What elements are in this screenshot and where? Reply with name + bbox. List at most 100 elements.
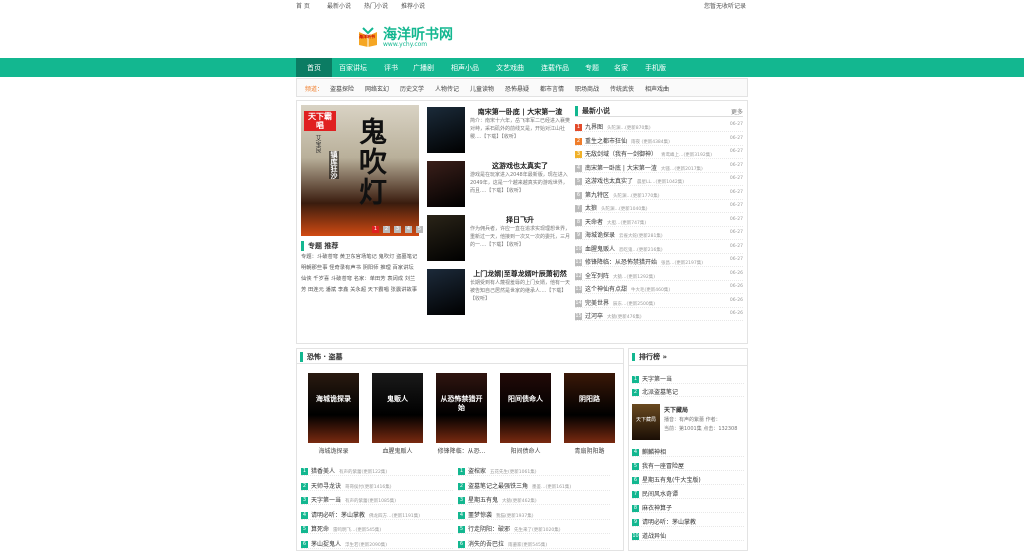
horror-list-item[interactable]: 2 天师寻龙诀 哥哥侯付(更新1416集): [301, 478, 453, 491]
rank-item[interactable]: 8 麻衣神算子: [632, 500, 744, 513]
horror-list-item[interactable]: 4 噩梦惊袭 我猫(更新1937集): [458, 507, 610, 520]
book-title[interactable]: 上门龙婿|至尊龙婿叶辰萧初然: [470, 269, 570, 279]
horror-cover-name[interactable]: 阳间债命人: [496, 446, 555, 455]
channel-item[interactable]: 网络玄幻: [365, 84, 389, 93]
horror-list-item[interactable]: 2 盗墓笔记之最强铁三角 墨鉴…(更新161集): [458, 478, 610, 491]
latest-item[interactable]: 14 完美世界 辰东…(更新2500集) 06-26: [575, 295, 743, 308]
carousel-page[interactable]: 3: [394, 226, 401, 233]
latest-item[interactable]: 11 修锋降临：从恐怖禁猎开始 张昌…(更新2197集) 06-27: [575, 254, 743, 267]
horror-item-title[interactable]: 算死命: [311, 526, 329, 533]
latest-item[interactable]: 3 无敌剑域（我有一剑御神） 青鸾峰上…(更新3192集) 06-27: [575, 146, 743, 159]
horror-cover-name[interactable]: 血腥鬼贩人: [368, 446, 427, 455]
horror-item-title[interactable]: 盗棺家: [468, 468, 486, 475]
latest-item-title[interactable]: 过河卒: [585, 313, 603, 320]
rank-item[interactable]: 7 民间风水奇谭: [632, 486, 744, 499]
latest-more-link[interactable]: 更多: [731, 107, 743, 116]
horror-item-title[interactable]: 茅山捉鬼人: [311, 541, 341, 548]
rank-item-title[interactable]: 天字第一当: [642, 376, 672, 383]
latest-item-title[interactable]: 血腥鬼贩人: [585, 246, 615, 253]
channel-item[interactable]: 都市言情: [540, 84, 564, 93]
listen-history[interactable]: 您暂无收听记录: [704, 1, 746, 10]
horror-list-item[interactable]: 5 行走阴阳：破邪 先生来了(更新1020集): [458, 521, 610, 534]
book-title[interactable]: 南宋第一卧底 | 大宋第一渣: [470, 107, 570, 117]
rank-item[interactable]: 4 麒麟神相: [632, 444, 744, 457]
latest-item[interactable]: 9 海城诡探录 云雀大蛇(更新281集) 06-27: [575, 227, 743, 240]
horror-cover[interactable]: 从恐怖禁猎开始: [436, 373, 487, 443]
nav-mobile[interactable]: 手机版: [645, 63, 666, 73]
carousel-page[interactable]: 5: [416, 226, 423, 233]
latest-item[interactable]: 12 全军列阵 大猿…(更新1292集) 06-26: [575, 268, 743, 281]
horror-cover[interactable]: 鬼贩人: [372, 373, 423, 443]
horror-cover[interactable]: 阳间债命人: [500, 373, 551, 443]
horror-cover[interactable]: 阴阳路: [564, 373, 615, 443]
horror-list-item[interactable]: 4 请明必听：茅山掌教 佛龙四方…(更新1191集): [301, 507, 453, 520]
nav-topics[interactable]: 专题: [585, 63, 599, 73]
featured-cover[interactable]: 天下霸唱 艾宝良 鬼吹灯 镇库狂沙: [301, 105, 419, 236]
nav-pingshu[interactable]: 评书: [384, 63, 398, 73]
channel-item[interactable]: 儿童读物: [470, 84, 494, 93]
rank-item[interactable]: 2 北派盗墓笔记: [632, 384, 744, 397]
rank-item[interactable]: 1 天字第一当: [632, 371, 744, 384]
horror-cover-name[interactable]: 海城诡探录: [304, 446, 363, 455]
rank-featured-title[interactable]: 天下藏局: [664, 405, 688, 414]
latest-item-title[interactable]: 第九特区: [585, 192, 609, 199]
horror-item-title[interactable]: 天字第一当: [311, 497, 341, 504]
latest-item-title[interactable]: 修锋降临：从恐怖禁猎开始: [585, 259, 657, 266]
book-title[interactable]: 这游戏也太真实了: [470, 161, 570, 171]
rank-arrow-icon[interactable]: »: [662, 353, 667, 361]
horror-list-item[interactable]: 5 算死命 雷鸣明飞…(更新545集): [301, 521, 453, 534]
latest-item[interactable]: 10 血腥鬼贩人 恐吃鬼…(更新216集) 06-27: [575, 241, 743, 254]
latest-item-title[interactable]: 海城诡探录: [585, 232, 615, 239]
horror-cover[interactable]: 海城诡探录: [308, 373, 359, 443]
latest-item[interactable]: 8 天命者 大胆…(更新747集) 06-27: [575, 214, 743, 227]
latest-item-title[interactable]: 无敌剑域（我有一剑御神）: [585, 151, 657, 158]
channel-item[interactable]: 历史文学: [400, 84, 424, 93]
channel-item[interactable]: 相声戏曲: [645, 84, 669, 93]
latest-item[interactable]: 5 这游戏也太真实了 晨星LL…(更新1042集) 06-27: [575, 173, 743, 186]
horror-list-item[interactable]: 1 猎香美人 有声的紫蕾(更新122集): [301, 463, 453, 476]
book-title[interactable]: 择日飞升: [470, 215, 570, 225]
rank-item[interactable]: 9 请明必听：茅山掌教: [632, 514, 744, 527]
top-link-home[interactable]: 首 页: [296, 1, 310, 10]
horror-list-item[interactable]: 6 消失的吾巴拉 雨鎏家(更新545集): [458, 536, 610, 549]
latest-item-title[interactable]: 完美世界: [585, 300, 609, 307]
carousel-page[interactable]: 2: [383, 226, 390, 233]
horror-item-title[interactable]: 噩梦惊袭: [468, 512, 492, 519]
nav-baijia[interactable]: 百家讲坛: [339, 63, 367, 73]
horror-cover-name[interactable]: 青扇阴阳路: [560, 446, 619, 455]
horror-item-title[interactable]: 消失的吾巴拉: [468, 541, 504, 548]
horror-item-title[interactable]: 星期五有鬼: [468, 497, 498, 504]
top-link-recommend[interactable]: 推荐小说: [401, 1, 425, 10]
horror-item-title[interactable]: 盗墓笔记之最强铁三角: [468, 483, 528, 490]
nav-home[interactable]: 首页: [296, 58, 332, 77]
latest-item[interactable]: 15 过河卒 大猿(更新476集) 06-26: [575, 308, 743, 321]
latest-item-title[interactable]: 九界图: [585, 124, 603, 131]
rank-item-title[interactable]: 星期五有鬼(牛大宝版): [642, 477, 701, 484]
rank-item-title[interactable]: 麻衣神算子: [642, 505, 672, 512]
horror-cover-name[interactable]: 修锋降临：从恐...: [432, 446, 491, 455]
carousel-page[interactable]: 4: [405, 226, 412, 233]
latest-item-title[interactable]: 这游戏也太真实了: [585, 178, 633, 185]
rank-item-title[interactable]: 请明必听：茅山掌教: [642, 519, 696, 526]
rank-item-title[interactable]: 道战异仙: [642, 533, 666, 540]
carousel-page[interactable]: 1: [372, 226, 379, 233]
nav-crosstalk[interactable]: 相声小品: [451, 63, 479, 73]
rank-featured-cover[interactable]: 天下藏局: [632, 404, 660, 440]
latest-item-title[interactable]: 天命者: [585, 219, 603, 226]
rank-item-title[interactable]: 民间风水奇谭: [642, 491, 678, 498]
nav-serial[interactable]: 连载作品: [541, 63, 569, 73]
channel-item[interactable]: 人物传记: [435, 84, 459, 93]
horror-item-title[interactable]: 请明必听：茅山掌教: [311, 512, 365, 519]
rank-item[interactable]: 5 我有一座冒险屋: [632, 458, 744, 471]
rank-item-title[interactable]: 我有一座冒险屋: [642, 463, 684, 470]
nav-masters[interactable]: 名家: [614, 63, 628, 73]
latest-item-title[interactable]: 南宋第一卧底 | 大宋第一渣: [585, 165, 657, 172]
top-link-hot[interactable]: 热门小说: [364, 1, 388, 10]
latest-item[interactable]: 4 南宋第一卧底 | 大宋第一渣 大骚…(更新2017集) 06-27: [575, 160, 743, 173]
latest-item[interactable]: 2 重生之都市狂仙 雨夜 (更新4384集) 06-27: [575, 133, 743, 146]
channel-item[interactable]: 传统武侠: [610, 84, 634, 93]
book-cover[interactable]: [427, 269, 465, 315]
channel-item[interactable]: 盗墓探险: [330, 84, 354, 93]
book-cover[interactable]: [427, 107, 465, 153]
site-logo[interactable]: 海洋听书 海洋听书网 www.ychy.com: [357, 24, 467, 50]
